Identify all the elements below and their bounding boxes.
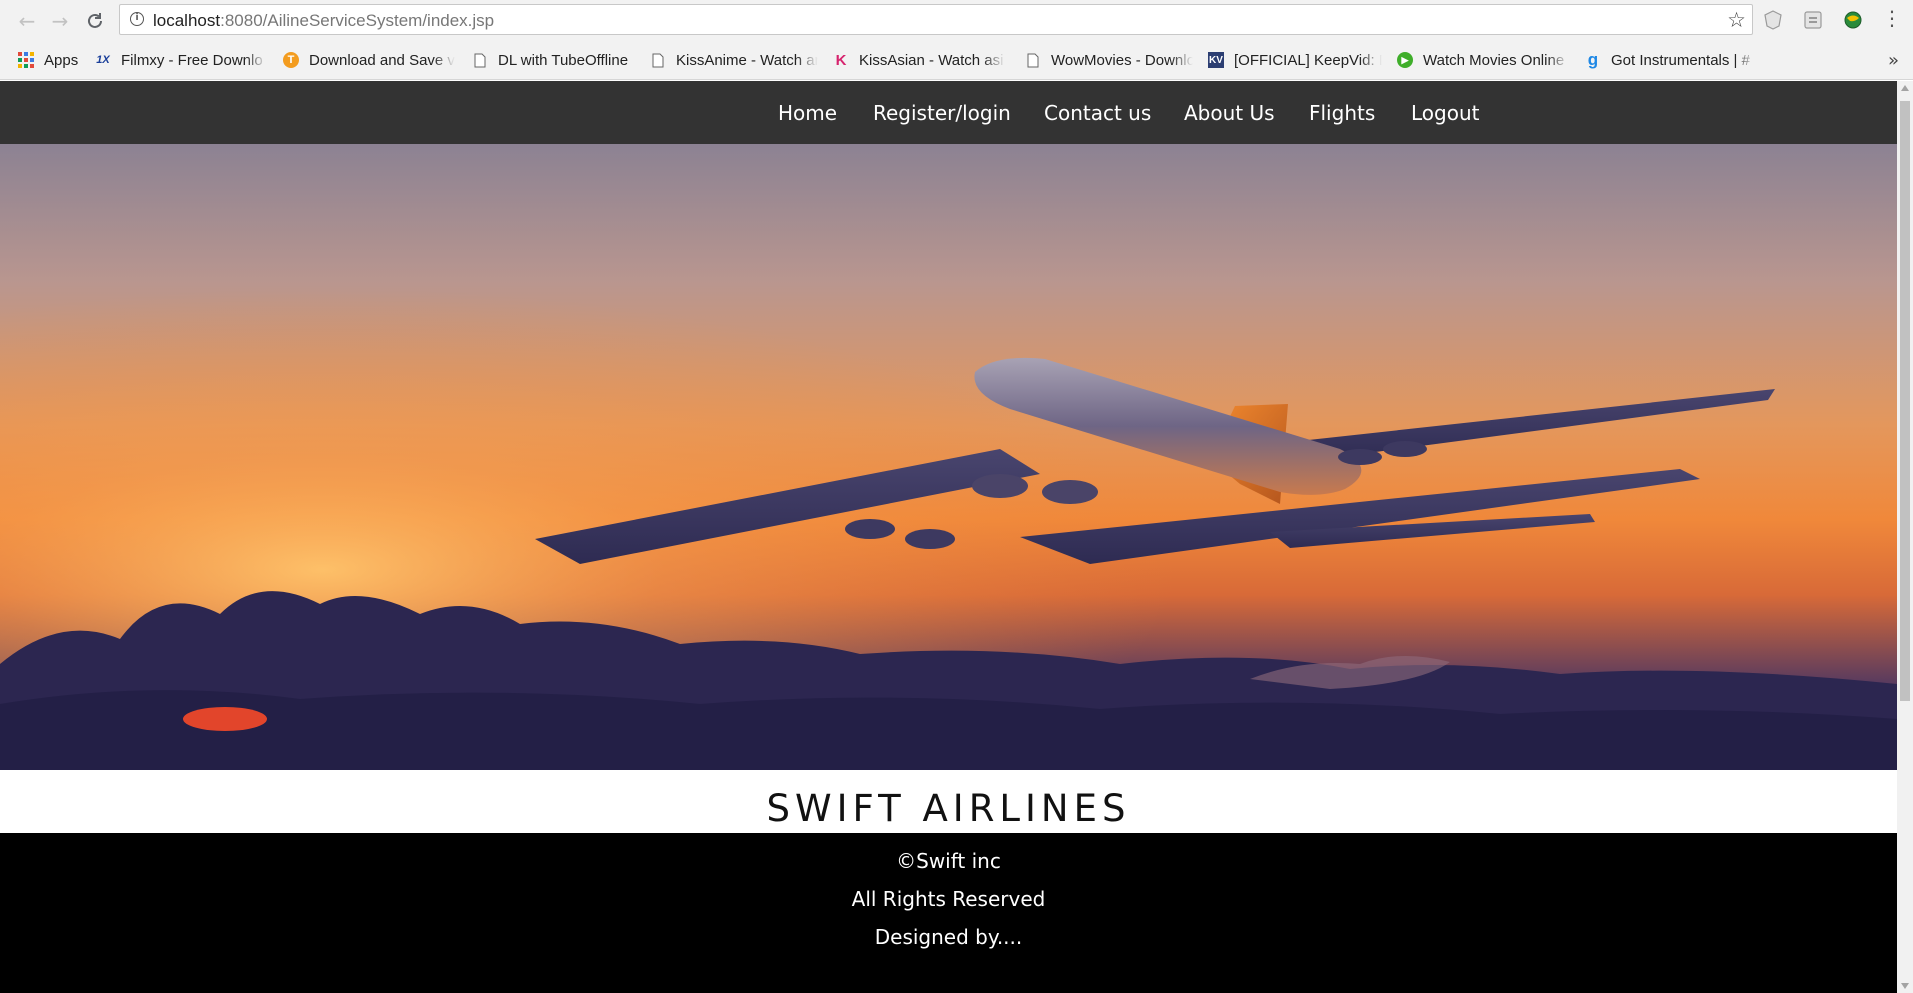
nav-about-us[interactable]: About Us bbox=[1184, 101, 1275, 125]
extension-shield-icon[interactable] bbox=[1762, 9, 1784, 31]
airplane-sunset-image bbox=[0, 144, 1897, 770]
hero-banner bbox=[0, 144, 1897, 770]
keepvid-icon: KV bbox=[1208, 52, 1224, 68]
bookmark-star-icon[interactable]: ☆ bbox=[1727, 8, 1746, 32]
nav-home[interactable]: Home bbox=[778, 101, 837, 125]
play-icon: ▶ bbox=[1397, 52, 1413, 68]
url-text: localhost:8080/AilineServiceSystem/index… bbox=[153, 11, 495, 30]
bookmark-item[interactable]: KissAnime - Watch ar bbox=[650, 50, 818, 70]
bookmarks-more-icon[interactable]: » bbox=[1888, 50, 1899, 71]
bookmark-item[interactable]: ▶ Watch Movies Online bbox=[1397, 50, 1569, 70]
page-icon bbox=[472, 52, 488, 68]
menu-kebab-icon[interactable]: ⋮ bbox=[1882, 7, 1902, 29]
bookmark-item[interactable]: KV [OFFICIAL] KeepVid: D bbox=[1208, 50, 1382, 70]
info-icon[interactable]: i bbox=[130, 12, 144, 26]
scroll-up-icon[interactable] bbox=[1901, 85, 1909, 91]
bookmark-item[interactable]: g Got Instrumentals | # bbox=[1585, 50, 1757, 70]
bookmark-label: Watch Movies Online bbox=[1423, 51, 1565, 69]
apps-grid-icon bbox=[18, 52, 34, 68]
bookmark-item[interactable]: K KissAsian - Watch asi bbox=[833, 50, 1005, 70]
footer-rights: All Rights Reserved bbox=[851, 887, 1046, 911]
brand-title: SWIFT AIRLINES bbox=[766, 787, 1131, 830]
page-scrollbar[interactable] bbox=[1897, 81, 1913, 993]
footer-designed-by: Designed by.... bbox=[874, 925, 1023, 949]
extension-globe-icon[interactable] bbox=[1842, 9, 1864, 31]
site-navbar: Home Register/login Contact us About Us … bbox=[0, 81, 1897, 144]
bookmark-label: Apps bbox=[44, 51, 79, 69]
filmxy-icon: 1X bbox=[96, 54, 110, 66]
reload-icon[interactable] bbox=[82, 8, 108, 34]
bookmark-item[interactable]: 1X Filmxy - Free Downlo bbox=[95, 50, 267, 70]
address-bar[interactable]: i localhost:8080/AilineServiceSystem/ind… bbox=[119, 4, 1753, 35]
nav-contact-us[interactable]: Contact us bbox=[1044, 101, 1151, 125]
bookmark-item[interactable]: WowMovies - Downlo bbox=[1025, 50, 1193, 70]
footer-copyright: ©Swift inc bbox=[896, 849, 1001, 873]
scroll-down-icon[interactable] bbox=[1901, 983, 1909, 989]
page-icon bbox=[1025, 52, 1041, 68]
forward-icon[interactable]: → bbox=[47, 8, 73, 34]
g-icon: g bbox=[1587, 50, 1599, 69]
nav-flights[interactable]: Flights bbox=[1309, 101, 1375, 125]
kissasian-icon: K bbox=[835, 51, 847, 69]
scrollbar-thumb[interactable] bbox=[1900, 101, 1910, 701]
bookmark-item[interactable]: DL with TubeOffline bbox=[472, 50, 642, 70]
bookmark-label: DL with TubeOffline bbox=[498, 51, 629, 69]
tubeoffline-icon: T bbox=[283, 52, 299, 68]
bookmark-item[interactable]: Apps bbox=[18, 50, 84, 70]
extension-box-icon[interactable] bbox=[1802, 9, 1824, 31]
bookmark-label: Filmxy - Free Downlo bbox=[121, 51, 263, 69]
nav-logout[interactable]: Logout bbox=[1411, 101, 1479, 125]
back-icon[interactable]: ← bbox=[14, 8, 40, 34]
bookmark-label: Got Instrumentals | # bbox=[1611, 51, 1750, 69]
bookmarks-bar: Apps 1X Filmxy - Free Downlo T Download … bbox=[0, 41, 1913, 80]
bookmark-item[interactable]: T Download and Save v bbox=[283, 50, 455, 70]
page-icon bbox=[650, 52, 666, 68]
web-page: Home Register/login Contact us About Us … bbox=[0, 81, 1897, 993]
browser-toolbar: ← → i localhost:8080/AilineServiceSystem… bbox=[0, 0, 1913, 41]
bookmark-label: KissAsian - Watch asi bbox=[859, 51, 1004, 69]
nav-register-login[interactable]: Register/login bbox=[873, 101, 1011, 125]
site-footer: ©Swift inc All Rights Reserved Designed … bbox=[0, 833, 1897, 993]
